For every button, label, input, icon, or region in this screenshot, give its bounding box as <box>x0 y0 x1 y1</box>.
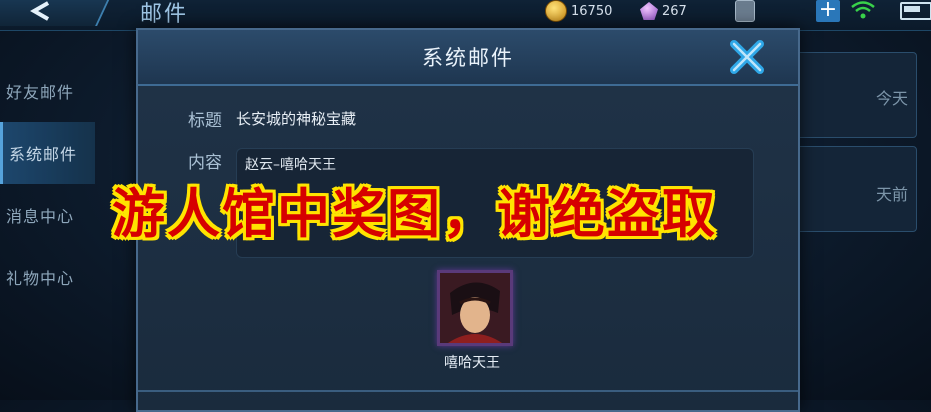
watermark-text: 游人馆中奖图，谢绝盗取 <box>112 184 717 245</box>
wifi-icon <box>851 1 875 19</box>
sidebar-item-label: 礼物中心 <box>6 269 75 288</box>
mail-sidebar: 好友邮件 系统邮件 消息中心 礼物中心 <box>0 60 95 308</box>
ticket-counter <box>735 0 755 22</box>
sidebar-item-label: 消息中心 <box>6 207 75 226</box>
hero-portrait-icon <box>440 273 510 343</box>
gem-value: 267 <box>662 3 687 19</box>
hero-avatar[interactable] <box>437 270 513 346</box>
battery-icon <box>900 2 931 20</box>
sidebar-item-friend-mail[interactable]: 好友邮件 <box>0 60 95 122</box>
mail-time: 今天 <box>875 89 908 108</box>
attachment-name: 嘻哈天王 <box>444 355 500 371</box>
subject-value: 长安城的神秘宝藏 <box>236 110 357 128</box>
ticket-icon <box>735 0 755 22</box>
close-icon[interactable] <box>726 36 768 78</box>
gem-counter: 267 <box>640 0 687 22</box>
page-title: 邮件 <box>140 2 189 27</box>
sidebar-item-system-mail[interactable]: 系统邮件 <box>0 122 95 184</box>
gold-coin-icon <box>545 0 567 22</box>
sidebar-item-gift-center[interactable]: 礼物中心 <box>0 246 95 308</box>
top-bar: 邮件 16750 267 + <box>0 0 931 31</box>
mail-time: 天前 <box>875 185 908 204</box>
dialog-header: 系统邮件 <box>138 30 798 86</box>
gem-icon <box>640 2 658 20</box>
divider <box>138 390 798 392</box>
sidebar-item-label: 系统邮件 <box>9 145 78 164</box>
recharge-plus-button[interactable]: + <box>816 0 840 22</box>
gold-counter: 16750 <box>545 0 612 22</box>
subject-label: 标题 <box>188 111 222 131</box>
content-label: 内容 <box>188 153 222 173</box>
dialog-title: 系统邮件 <box>422 46 514 70</box>
content-text: 赵云–嘻哈天王 <box>245 157 336 173</box>
back-button[interactable] <box>0 0 112 26</box>
sidebar-item-label: 好友邮件 <box>6 83 75 102</box>
gold-value: 16750 <box>571 3 613 19</box>
sidebar-item-message-center[interactable]: 消息中心 <box>0 184 95 246</box>
back-arrow-icon <box>30 1 50 21</box>
